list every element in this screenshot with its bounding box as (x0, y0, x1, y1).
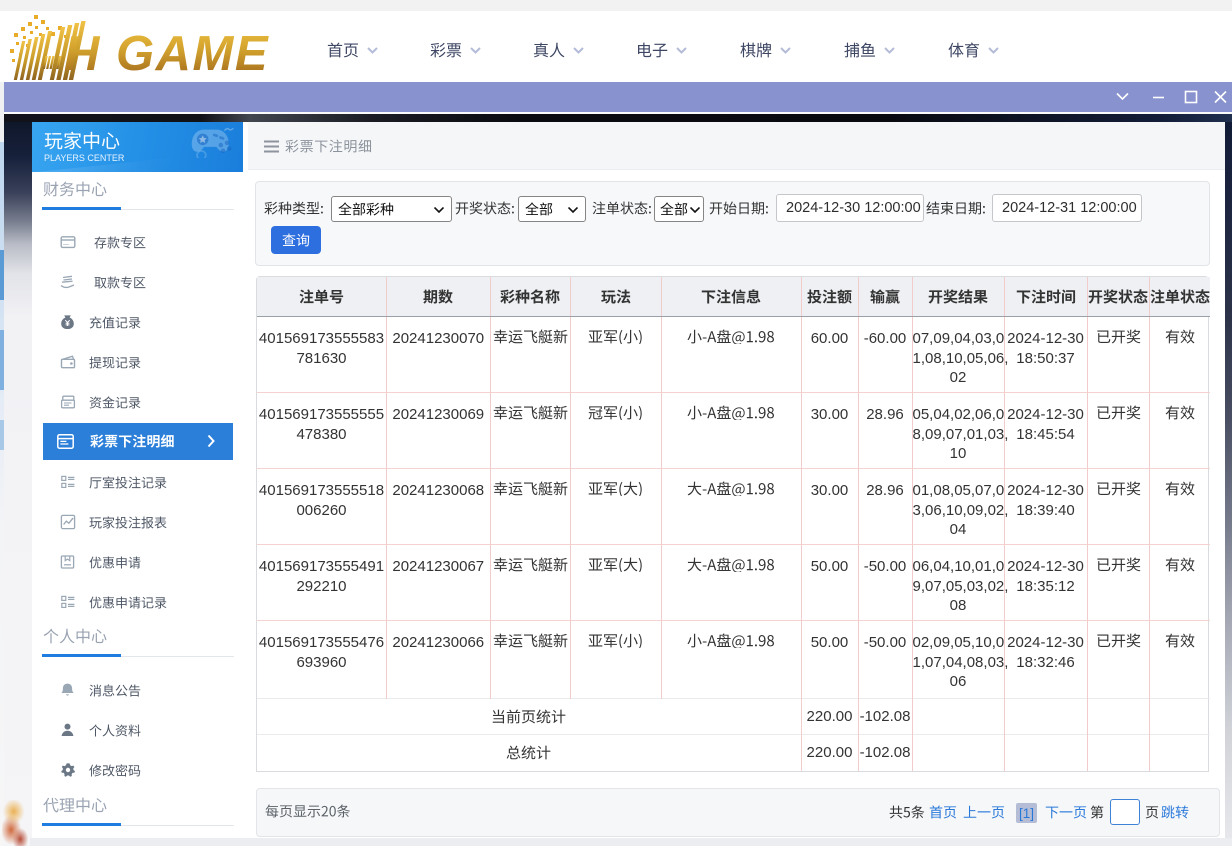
svg-text:H GAME: H GAME (64, 27, 269, 81)
